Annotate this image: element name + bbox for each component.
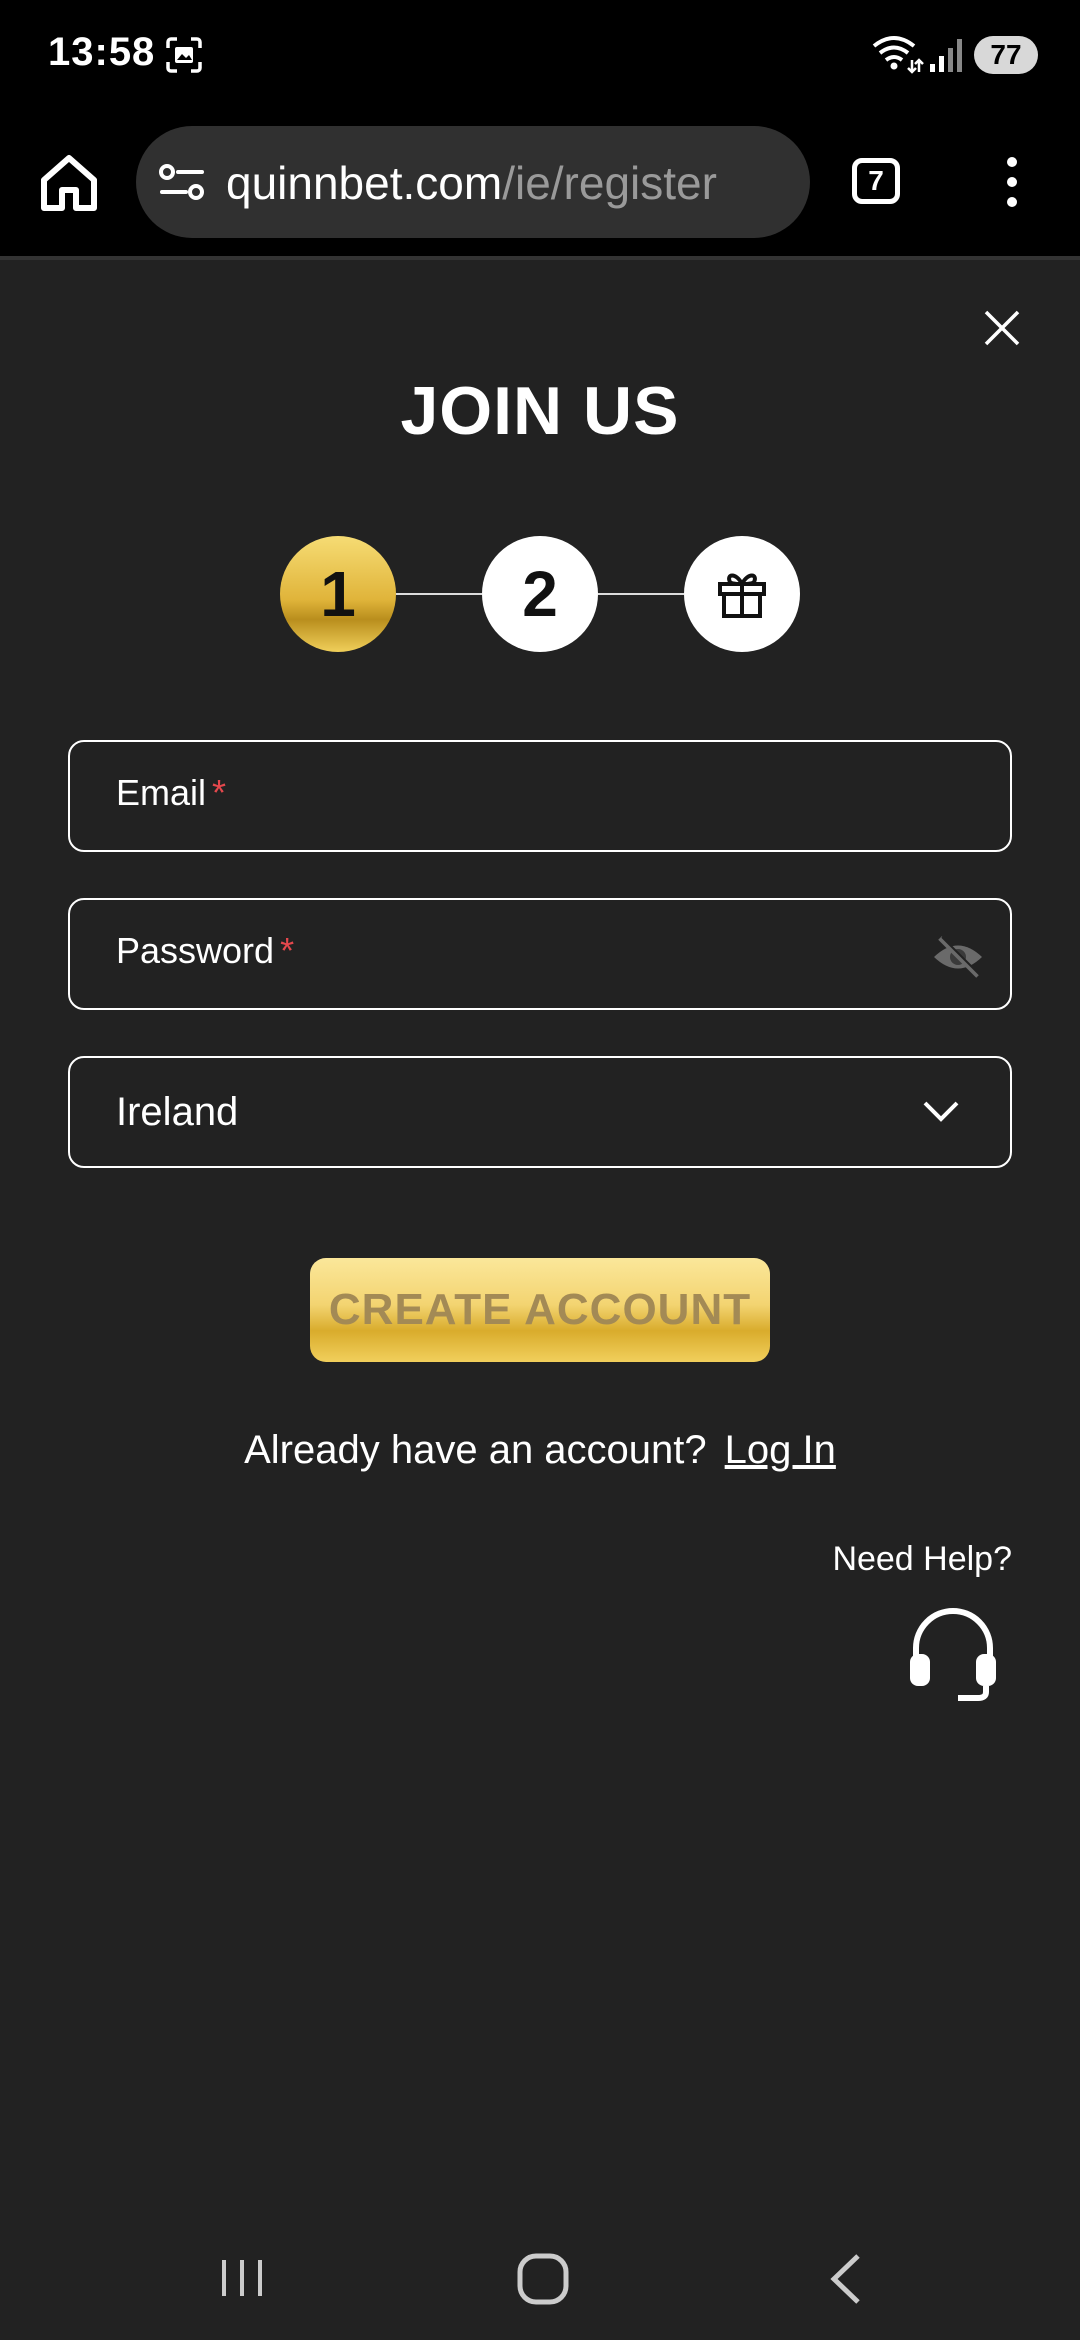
menu-icon[interactable] (1000, 154, 1024, 210)
eye-off-icon[interactable] (930, 934, 986, 980)
address-bar[interactable]: quinnbet.com/ie/register (136, 126, 810, 238)
close-icon[interactable] (980, 306, 1024, 350)
tabs-icon[interactable]: 7 (852, 158, 900, 204)
country-value: Ireland (116, 1090, 239, 1134)
password-field[interactable]: Password * (68, 898, 1012, 1010)
password-label-text: Password (116, 930, 275, 971)
page-title: JOIN US (400, 373, 680, 449)
status-bar: 13:58 77 (0, 0, 1080, 118)
step-connector (396, 593, 482, 595)
step-2: 2 (482, 536, 598, 652)
browser-toolbar: quinnbet.com/ie/register 7 (0, 118, 1080, 258)
required-mark: * (212, 772, 227, 813)
nav-home-icon[interactable] (516, 2252, 570, 2306)
screenshot-icon (166, 37, 202, 73)
home-icon[interactable] (38, 152, 100, 214)
system-navigation-bar (0, 2220, 1080, 2340)
url-path: /ie/register (502, 157, 717, 209)
login-prompt: Already have an account? (244, 1428, 707, 1472)
battery-indicator: 77 (974, 36, 1038, 74)
step-reward (684, 536, 800, 652)
required-mark: * (280, 930, 295, 971)
status-time: 13:58 (48, 30, 156, 74)
toolbar-divider (0, 256, 1080, 260)
email-label-text: Email (116, 772, 207, 813)
site-settings-icon[interactable] (158, 162, 206, 202)
headset-icon[interactable] (906, 1604, 1000, 1702)
url-text[interactable]: quinnbet.com/ie/register (226, 156, 717, 210)
url-host: quinnbet.com (226, 157, 503, 209)
email-field[interactable]: Email * (68, 740, 1012, 852)
registration-stepper: 1 2 (0, 536, 1080, 652)
gift-icon (718, 573, 766, 618)
step-1: 1 (280, 536, 396, 652)
chevron-down-icon (923, 1101, 959, 1122)
wifi-icon (872, 36, 924, 74)
email-label: Email * (116, 772, 226, 814)
login-link[interactable]: Log In (725, 1428, 836, 1472)
create-account-button[interactable]: CREATE ACCOUNT (310, 1258, 770, 1362)
step-connector (598, 593, 684, 595)
password-label: Password * (116, 930, 294, 972)
login-row: Already have an account? Log In (0, 1428, 1080, 1473)
back-icon[interactable] (826, 2252, 866, 2306)
signal-icon (930, 39, 962, 72)
country-select[interactable]: Ireland (68, 1056, 1012, 1168)
recent-apps-icon[interactable] (218, 2256, 266, 2300)
need-help-label: Need Help? (832, 1540, 1012, 1578)
